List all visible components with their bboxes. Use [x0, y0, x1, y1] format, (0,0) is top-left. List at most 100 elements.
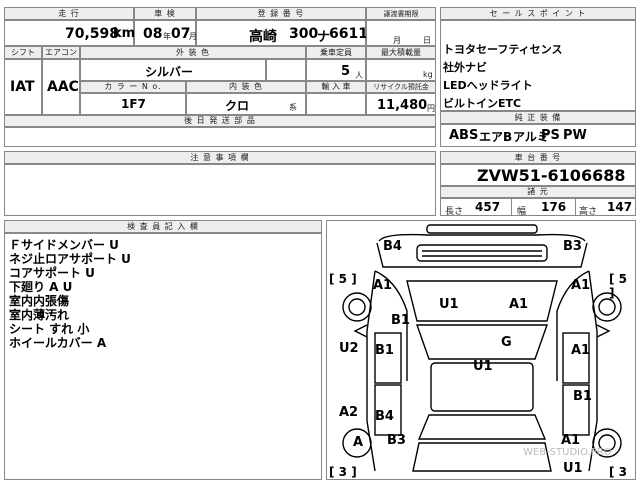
inspector-box: Ｆサイドメンバー U ネジ止ロアサポート U コアサポート U 下廻り A U …	[4, 233, 322, 480]
plate-region: 高崎	[249, 29, 277, 45]
damage-mark: B4	[375, 409, 394, 424]
chassis-header: 車 台 番 号	[440, 151, 636, 164]
equipment-header: 純 正 装 備	[440, 111, 636, 124]
damage-mark: B3	[387, 433, 406, 448]
import-header: 輸 入 車	[306, 81, 366, 93]
import-cell	[306, 93, 366, 115]
wheel-bracket-rr: [ 3 ]	[609, 465, 628, 479]
sales-point-item: LEDヘッドライト	[443, 79, 533, 92]
registration-cell: 高崎 300 ナ 6611	[196, 20, 368, 46]
damage-mark: B1	[573, 389, 592, 404]
damage-mark: A1	[373, 278, 393, 293]
damage-mark: A1	[509, 297, 529, 312]
damage-mark: B4	[383, 239, 402, 254]
damage-mark: A1	[571, 343, 591, 358]
mileage-value: 70,598	[65, 26, 120, 42]
equipment-item: エアB	[479, 130, 513, 144]
damage-mark: U1	[563, 461, 583, 476]
notes-box	[4, 164, 436, 216]
int-color-cell: クロ 系	[186, 93, 306, 115]
delivery-header: 後 日 発 送 部 品	[4, 115, 436, 127]
color-no-cell: 1F7	[80, 93, 186, 115]
max-load-unit: kg	[423, 70, 433, 79]
width-value: 176	[541, 200, 567, 214]
shift-header: シフト	[4, 46, 42, 59]
capacity-value: 5	[341, 64, 351, 79]
inspector-line: ホイールカバー A	[9, 336, 107, 350]
sales-point-item: ビルトインETC	[443, 97, 522, 110]
shift-value: IAT	[10, 79, 35, 95]
registration-header: 登 録 番 号	[196, 7, 366, 20]
equipment-item: ABS	[449, 128, 479, 143]
inspector-header: 検 査 員 記 入 欄	[4, 220, 322, 233]
recycle-header: リサイクル預託金	[366, 81, 436, 93]
sales-point-item: トヨタセーフティセンス	[443, 43, 563, 56]
damage-mark: A1	[561, 433, 581, 448]
damage-mark: B3	[563, 239, 582, 254]
height-value: 147	[607, 200, 633, 214]
length-label: 長さ	[445, 207, 464, 217]
inspection-year-unit: 年	[163, 32, 171, 41]
inspection-month: 07	[171, 26, 191, 42]
watermark-text: WEB-STUDIO.PRO	[523, 447, 612, 458]
aircon-value: AAC	[47, 79, 79, 95]
chassis-number: ZVW51-6106688	[477, 166, 626, 185]
transfer-deadline-cell: 月 日	[366, 20, 436, 46]
mileage-header: 走 行	[4, 7, 134, 20]
color-no-header: カ ラ ー N o.	[80, 81, 186, 93]
sales-points-box: トヨタセーフティセンス 社外ナビ LEDヘッドライト ビルトインETC	[440, 20, 636, 111]
wheel-bracket-rl: [ 3 ]	[329, 465, 357, 479]
chassis-box: ZVW51-6106688	[440, 164, 636, 186]
plate-class: 300	[289, 26, 319, 42]
color-no-value: 1F7	[121, 97, 146, 111]
wheel-bracket-fl: [ 5 ]	[329, 272, 357, 286]
recycle-unit: 円	[427, 104, 435, 113]
damage-mark: A2	[339, 405, 359, 420]
height-label: 高さ	[579, 207, 598, 217]
damage-mark: G	[501, 335, 512, 350]
deadline-month-unit: 月	[393, 36, 401, 45]
equipment-box: ABS エアB アルミ PS PW	[440, 124, 636, 147]
damage-mark: U2	[339, 341, 359, 356]
ext-color-extra-cell	[266, 59, 306, 81]
equipment-item: PW	[563, 128, 587, 143]
width-label: 幅	[517, 207, 527, 217]
delivery-cell	[4, 127, 436, 147]
transfer-deadline-header: 譲渡書期限	[366, 7, 436, 20]
aircon-header: エアコン	[42, 46, 80, 59]
car-damage-diagram: B4 B3 [ 5 ] [ 5 ] A1 A1 U1 A1 B1 G U2 B1…	[326, 220, 636, 480]
ext-color-cell: シルバー	[80, 59, 266, 81]
damage-mark: B1	[391, 313, 410, 328]
wheel-bracket-fr: [ 5 ]	[609, 272, 628, 300]
dims-box: 長さ 457 幅 176 高さ 147	[440, 198, 636, 217]
ext-color-value: シルバー	[145, 65, 194, 79]
deadline-day-unit: 日	[423, 36, 431, 45]
recycle-cell: 11,480 円	[366, 93, 436, 115]
dims-header: 諸 元	[440, 186, 636, 198]
length-value: 457	[475, 200, 501, 214]
inspection-header: 車 検	[134, 7, 196, 20]
capacity-unit: 人	[355, 71, 363, 80]
aircon-cell: AAC	[42, 59, 80, 115]
capacity-cell: 5 人	[306, 59, 366, 81]
damage-mark: A	[353, 435, 364, 450]
notes-header: 注 意 事 項 欄	[4, 151, 436, 164]
mileage-cell: 70,598 km	[4, 20, 136, 46]
shift-cell: IAT	[4, 59, 42, 115]
sales-point-item: 社外ナビ	[443, 61, 487, 74]
recycle-value: 11,480	[377, 98, 428, 113]
damage-mark: U1	[439, 297, 459, 312]
max-load-cell: kg	[366, 59, 436, 81]
inspection-year: 08	[143, 26, 163, 42]
inspection-cell: 08 年 07 月	[134, 20, 197, 46]
int-color-value: クロ	[225, 99, 250, 113]
mileage-unit: km	[113, 26, 136, 41]
damage-mark: B1	[375, 343, 394, 358]
plate-number: 6611	[329, 26, 368, 42]
sales-points-header: セ ー ル ス ポ イ ン ト	[440, 7, 636, 20]
capacity-header: 乗車定員	[306, 46, 366, 59]
equipment-item: PS	[541, 128, 560, 143]
damage-mark: A1	[571, 278, 591, 293]
ext-color-header: 外 装 色	[80, 46, 306, 59]
int-color-suffix: 系	[289, 103, 297, 112]
